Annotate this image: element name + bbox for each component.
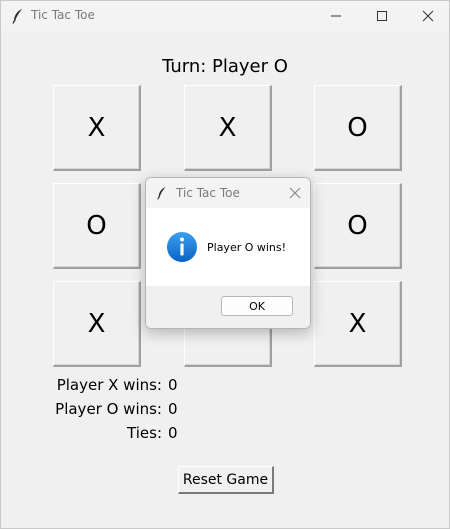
minimize-button[interactable] [313, 1, 359, 31]
close-icon [422, 10, 434, 22]
message-dialog: Tic Tac Toe Player O wins! OK [145, 177, 311, 329]
minimize-icon [331, 15, 341, 17]
window-title: Tic Tac Toe [31, 8, 95, 22]
board-cell-4[interactable]: O [53, 183, 141, 269]
feather-icon [12, 9, 22, 24]
score-x-row: Player X wins: [1, 376, 162, 396]
dialog-close-icon[interactable] [286, 184, 304, 202]
turn-indicator: Turn: Player O [162, 56, 288, 77]
board-cell-7[interactable]: X [53, 281, 141, 367]
dialog-title-bar: Tic Tac Toe [146, 178, 310, 208]
close-button[interactable] [405, 1, 450, 31]
app-window: Tic Tac Toe Turn: Player O X X O O O X X… [0, 0, 450, 529]
title-bar: Tic Tac Toe [1, 1, 449, 31]
maximize-button[interactable] [359, 1, 405, 31]
dialog-body: Player O wins! [146, 208, 310, 286]
score-x-value: 0 [168, 376, 178, 394]
maximize-icon [377, 11, 387, 21]
board-cell-2[interactable]: X [184, 85, 272, 171]
ok-button[interactable]: OK [221, 296, 293, 316]
dialog-title: Tic Tac Toe [176, 186, 240, 200]
score-ties-row: Ties: [1, 424, 162, 444]
reset-game-button[interactable]: Reset Game [178, 466, 274, 494]
board-cell-6[interactable]: O [314, 183, 402, 269]
score-o-row: Player O wins: [1, 400, 162, 420]
board-cell-9[interactable]: X [314, 281, 402, 367]
dialog-message: Player O wins! [207, 241, 287, 254]
score-ties-value: 0 [168, 424, 178, 442]
score-x-label: Player X wins: [56, 376, 162, 394]
board-cell-1[interactable]: X [53, 85, 141, 171]
board-cell-3[interactable]: O [314, 85, 402, 171]
feather-icon [157, 187, 166, 200]
info-icon [167, 232, 197, 262]
score-o-value: 0 [168, 400, 178, 418]
dialog-footer: OK [146, 286, 310, 328]
score-ties-label: Ties: [127, 424, 162, 442]
score-o-label: Player O wins: [55, 400, 162, 418]
